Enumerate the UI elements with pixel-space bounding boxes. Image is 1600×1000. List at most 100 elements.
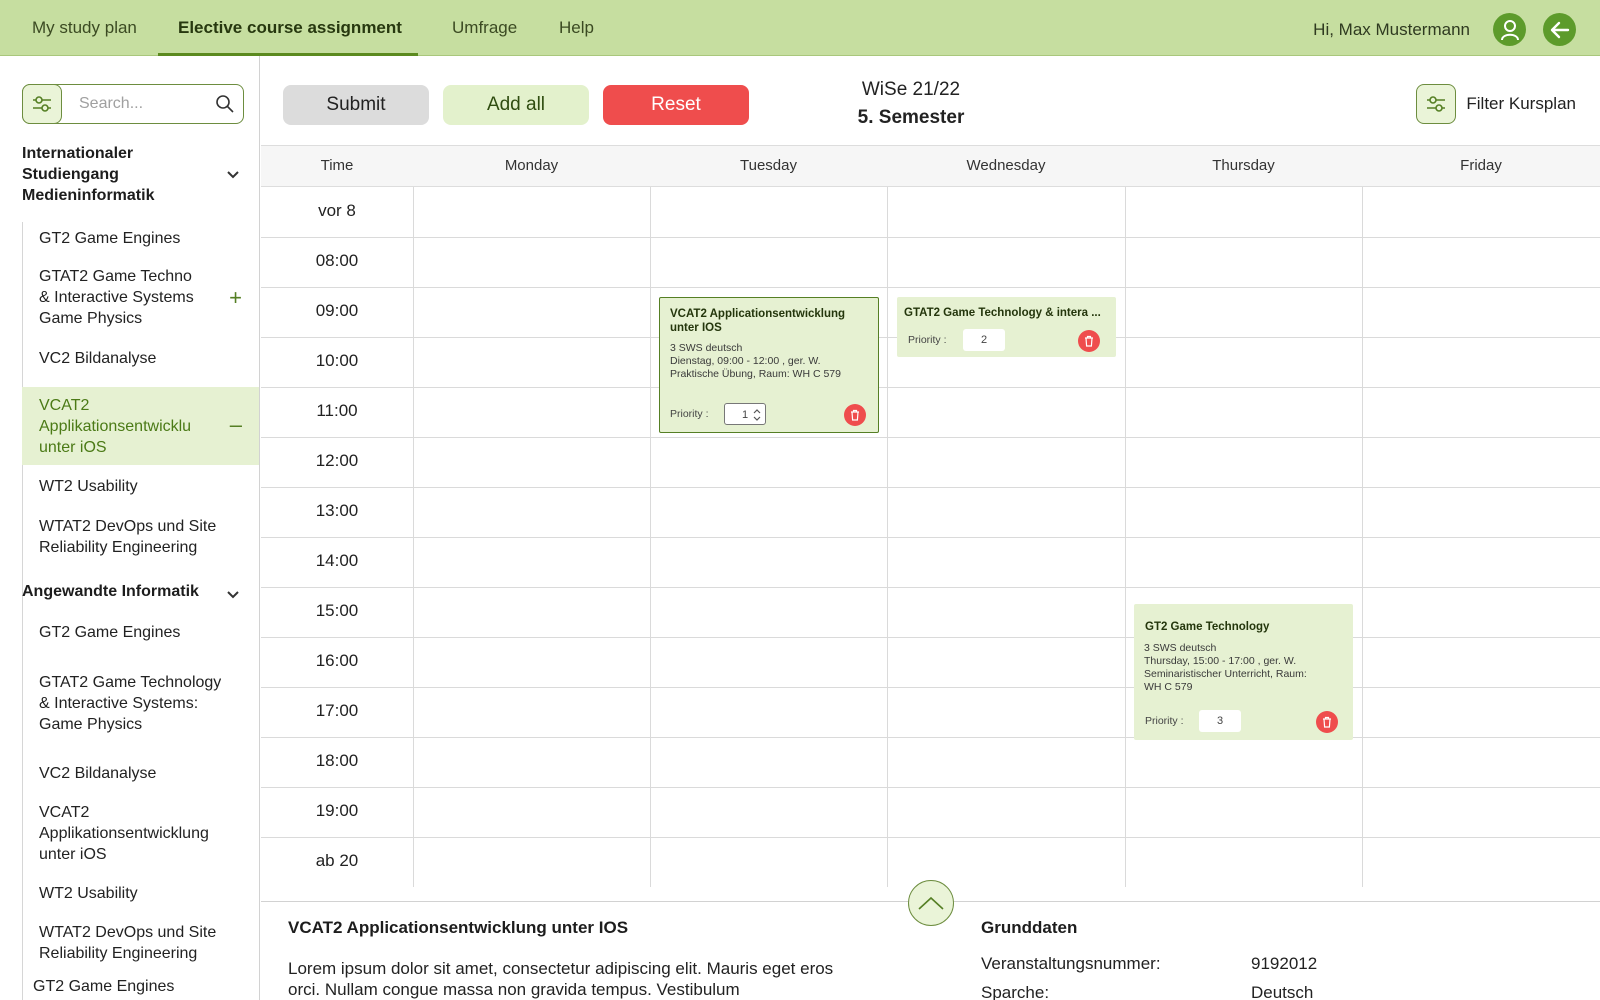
semester-label: WiSe 21/22 5. Semester bbox=[821, 76, 1001, 132]
priority-label: Priority : bbox=[1145, 715, 1184, 727]
time-slot-label: 11:00 bbox=[316, 401, 358, 420]
grid-row-line bbox=[261, 237, 1600, 238]
sidebar-course-item[interactable]: GT2 Game Engines bbox=[16, 974, 254, 1000]
time-slot-label: 12:00 bbox=[315, 451, 359, 470]
submit-button[interactable]: Submit bbox=[283, 85, 429, 125]
grid-row-line bbox=[261, 487, 1600, 488]
priority-label: Priority : bbox=[670, 408, 709, 420]
field-value: 9192012 bbox=[1251, 954, 1318, 973]
course-card-gt2[interactable]: GT2 Game Technology 3 SWS deutsch Thursd… bbox=[1134, 604, 1353, 740]
field-value: Deutsch bbox=[1251, 983, 1314, 1000]
course-detail-panel: VCAT2 Applicationsentwicklung unter IOS … bbox=[261, 880, 1600, 1000]
tab-elective-course-assignment[interactable]: Elective course assignment bbox=[158, 0, 418, 56]
time-slot-label: 13:00 bbox=[315, 501, 359, 520]
day-header-monday: Monday bbox=[413, 145, 650, 187]
sidebar-course-item[interactable]: GT2 Game Engines bbox=[22, 620, 259, 650]
trash-icon[interactable] bbox=[1078, 330, 1100, 352]
arrow-left-icon[interactable] bbox=[1543, 13, 1576, 46]
add-all-button[interactable]: Add all bbox=[443, 85, 589, 125]
time-slot-label: 19:00 bbox=[315, 801, 359, 820]
course-card-vcat2[interactable]: VCAT2 Applicationsentwicklung unter IOS … bbox=[659, 297, 879, 433]
tab-umfrage[interactable]: Umfrage bbox=[452, 0, 517, 56]
chevron-down-icon[interactable] bbox=[226, 587, 240, 605]
chevron-down-icon[interactable] bbox=[226, 167, 240, 185]
grid-row-line bbox=[261, 687, 1600, 688]
time-slot-label: 09:00 bbox=[315, 301, 359, 320]
sidebar-course-item[interactable]: GTAT2 Game Technology & Interactive Syst… bbox=[22, 670, 259, 738]
day-header-wednesday: Wednesday bbox=[887, 145, 1125, 187]
priority-label: Priority : bbox=[908, 334, 947, 346]
detail-description: Lorem ipsum dolor sit amet, consectetur … bbox=[288, 959, 834, 999]
time-slot-label: 08:00 bbox=[315, 251, 359, 270]
grid-row-line bbox=[261, 387, 1600, 388]
tab-my-study-plan[interactable]: My study plan bbox=[32, 0, 137, 56]
semester-number: 5. Semester bbox=[857, 107, 965, 128]
stepper-arrows-icon[interactable] bbox=[753, 409, 761, 421]
search-input[interactable]: Search... bbox=[79, 95, 143, 113]
top-navigation: My study plan Elective course assignment… bbox=[0, 0, 1600, 56]
day-header-thursday: Thursday bbox=[1125, 145, 1362, 187]
grid-row-line bbox=[261, 287, 1600, 288]
grid-column-line bbox=[650, 145, 651, 887]
filter-kursplan-label: Filter Kursplan bbox=[1466, 94, 1576, 113]
grid-column-line bbox=[887, 145, 888, 887]
sidebar-course-item[interactable]: WTAT2 DevOps und Site Reliability Engine… bbox=[22, 514, 259, 560]
course-card-gtat2[interactable]: GTAT2 Game Technology & intera ... Prior… bbox=[897, 297, 1116, 357]
field-label: Veranstaltungsnummer: bbox=[981, 954, 1161, 973]
time-slot-label: 18:00 bbox=[315, 751, 359, 770]
grid-row-line bbox=[261, 637, 1600, 638]
time-slot-label: 14:00 bbox=[315, 551, 359, 570]
time-slot-label: vor 8 bbox=[318, 201, 356, 220]
time-slot-label: ab 20 bbox=[315, 851, 359, 870]
sidebar-course-item[interactable]: VC2 Bildanalyse bbox=[22, 346, 259, 376]
grid-column-line bbox=[1125, 145, 1126, 887]
grid-column-line bbox=[1362, 145, 1363, 887]
program-group-title[interactable]: Internationaler Studiengang Medieninform… bbox=[22, 143, 154, 206]
priority-field[interactable]: 3 bbox=[1199, 710, 1241, 732]
grunddaten-title: Grunddaten bbox=[981, 918, 1078, 937]
grid-row-line bbox=[261, 837, 1600, 838]
term-label: WiSe 21/22 bbox=[861, 79, 961, 100]
time-slot-label: 15:00 bbox=[315, 601, 359, 620]
search-bar: Search... bbox=[22, 84, 244, 124]
filter-sliders-icon bbox=[1416, 84, 1457, 124]
remove-course-icon[interactable]: – bbox=[230, 414, 242, 436]
filter-sliders-icon[interactable] bbox=[22, 84, 62, 124]
sidebar-course-item[interactable]: GTAT2 Game Techno & Interactive Systems … bbox=[22, 264, 259, 332]
day-header-tuesday: Tuesday bbox=[650, 145, 887, 187]
grid-row-line bbox=[261, 437, 1600, 438]
add-course-icon[interactable]: + bbox=[229, 287, 242, 309]
priority-field[interactable]: 2 bbox=[963, 329, 1005, 351]
trash-icon[interactable] bbox=[844, 404, 866, 426]
sidebar-course-item[interactable]: GT2 Game Engines bbox=[22, 226, 259, 256]
user-icon[interactable] bbox=[1493, 13, 1526, 46]
time-column-header: Time bbox=[261, 145, 413, 187]
sidebar-course-item-selected[interactable]: VCAT2 Applikationsentwicklu unter iOS – bbox=[22, 387, 259, 465]
grid-column-line bbox=[413, 145, 414, 887]
main-content: Submit Add all Reset WiSe 21/22 5. Semes… bbox=[261, 56, 1600, 1000]
reset-button[interactable]: Reset bbox=[603, 85, 749, 125]
sidebar-course-item[interactable]: WTAT2 DevOps und Site Reliability Engine… bbox=[22, 920, 259, 966]
tab-help[interactable]: Help bbox=[559, 0, 594, 56]
sidebar-course-item[interactable]: WT2 Usability bbox=[22, 881, 259, 911]
priority-stepper[interactable]: 1 bbox=[724, 403, 766, 425]
chevron-up-icon[interactable] bbox=[908, 880, 954, 926]
time-slot-label: 16:00 bbox=[315, 651, 359, 670]
day-header-friday: Friday bbox=[1362, 145, 1600, 187]
field-label: Sparche: bbox=[981, 983, 1050, 1000]
trash-icon[interactable] bbox=[1316, 711, 1338, 733]
sidebar-course-item[interactable]: WT2 Usability bbox=[22, 474, 259, 504]
filter-kursplan-button[interactable]: Filter Kursplan bbox=[1416, 84, 1576, 124]
time-slot-label: 17:00 bbox=[315, 701, 359, 720]
user-greeting: Hi, Max Mustermann bbox=[1313, 20, 1470, 39]
grid-row-line bbox=[261, 737, 1600, 738]
grid-row-line bbox=[261, 537, 1600, 538]
sidebar-course-item[interactable]: VCAT2 Applikationsentwicklung unter iOS bbox=[22, 800, 259, 868]
course-sidebar: Search... Internationaler Studiengang Me… bbox=[0, 56, 260, 1000]
detail-title: VCAT2 Applicationsentwicklung unter IOS bbox=[288, 918, 629, 937]
search-icon[interactable] bbox=[215, 94, 235, 119]
sidebar-course-item[interactable]: VC2 Bildanalyse bbox=[22, 761, 259, 791]
grid-row-line bbox=[261, 587, 1600, 588]
program-group-title[interactable]: Angewandte Informatik bbox=[22, 581, 199, 602]
grid-row-line bbox=[261, 787, 1600, 788]
